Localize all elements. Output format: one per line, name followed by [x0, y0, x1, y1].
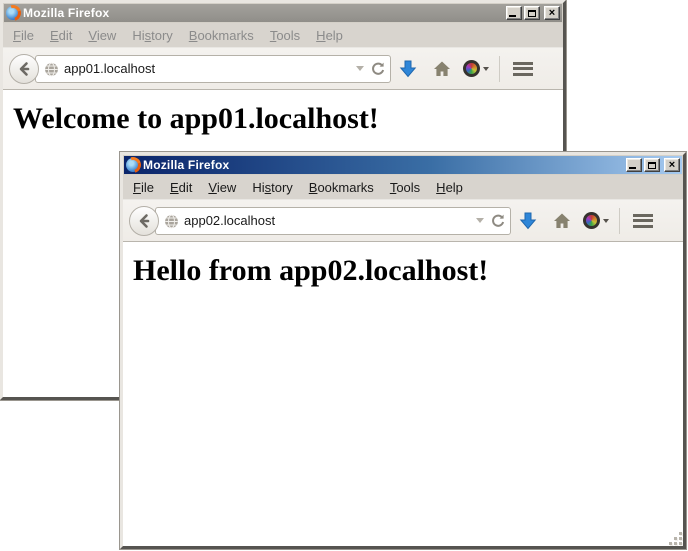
titlebar-app01[interactable]: Mozilla Firefox ×	[4, 4, 562, 22]
home-button[interactable]	[545, 205, 579, 237]
downloads-button[interactable]	[391, 53, 425, 85]
page-heading: Hello from app02.localhost!	[133, 254, 683, 288]
back-icon	[16, 61, 32, 77]
close-button[interactable]: ×	[544, 6, 560, 20]
menu-hamburger-icon	[633, 214, 653, 228]
reload-button[interactable]	[370, 61, 386, 77]
addon-button[interactable]	[459, 53, 493, 85]
url-input[interactable]	[184, 213, 470, 228]
addon-colorwheel-icon	[463, 60, 480, 77]
toolbar-separator	[499, 56, 500, 82]
home-icon	[552, 211, 572, 231]
addon-dropdown-icon	[483, 67, 489, 71]
reload-button[interactable]	[490, 213, 506, 229]
window-title: Mozilla Firefox	[143, 158, 623, 172]
minimize-button[interactable]	[506, 6, 522, 20]
close-button[interactable]: ×	[664, 158, 680, 172]
maximize-icon	[648, 162, 656, 169]
downloads-button[interactable]	[511, 205, 545, 237]
menu-hamburger-icon	[513, 62, 533, 76]
resize-grip[interactable]	[669, 532, 682, 545]
site-globe-icon	[164, 214, 179, 229]
minimize-icon	[509, 15, 516, 17]
maximize-icon	[528, 10, 536, 17]
minimize-icon	[629, 167, 636, 169]
maximize-button[interactable]	[644, 158, 660, 172]
menu-bookmarks[interactable]: Bookmarks	[302, 177, 381, 198]
menu-help[interactable]: Help	[309, 25, 350, 46]
page-heading: Welcome to app01.localhost!	[13, 102, 563, 136]
menu-tools[interactable]: Tools	[263, 25, 307, 46]
menu-view[interactable]: View	[201, 177, 243, 198]
addon-colorwheel-icon	[583, 212, 600, 229]
menu-help[interactable]: Help	[429, 177, 470, 198]
urlbar-app02[interactable]	[155, 207, 511, 235]
firefox-logo-icon	[126, 158, 140, 172]
close-icon: ×	[669, 159, 675, 171]
back-button[interactable]	[129, 206, 159, 236]
menu-history[interactable]: History	[245, 177, 299, 198]
menu-edit[interactable]: Edit	[163, 177, 199, 198]
addon-dropdown-icon	[603, 219, 609, 223]
menu-bookmarks[interactable]: Bookmarks	[182, 25, 261, 46]
download-icon	[398, 59, 418, 79]
nav-toolbar-app02	[123, 199, 683, 242]
page-content-app02: Hello from app02.localhost!	[123, 242, 683, 546]
menu-file[interactable]: File	[126, 177, 161, 198]
menubar-app02: FileEditViewHistoryBookmarksToolsHelp	[123, 175, 683, 199]
menu-file[interactable]: File	[6, 25, 41, 46]
firefox-logo-icon	[6, 6, 20, 20]
home-icon	[432, 59, 452, 79]
maximize-button[interactable]	[524, 6, 540, 20]
site-globe-icon	[44, 62, 59, 77]
menu-history[interactable]: History	[125, 25, 179, 46]
minimize-button[interactable]	[626, 158, 642, 172]
toolbar-separator	[619, 208, 620, 234]
nav-toolbar-app01	[3, 47, 563, 90]
back-button[interactable]	[9, 54, 39, 84]
urlbar-app01[interactable]	[35, 55, 391, 83]
download-icon	[518, 211, 538, 231]
menubar-app01: FileEditViewHistoryBookmarksToolsHelp	[3, 23, 563, 47]
home-button[interactable]	[425, 53, 459, 85]
back-icon	[136, 213, 152, 229]
menu-button[interactable]	[626, 205, 660, 237]
window-title: Mozilla Firefox	[23, 6, 503, 20]
url-input[interactable]	[64, 61, 350, 76]
titlebar-app02[interactable]: Mozilla Firefox ×	[124, 156, 682, 174]
firefox-window-app02: Mozilla Firefox × FileEditViewHistoryBoo…	[120, 152, 686, 549]
desktop: Mozilla Firefox × FileEditViewHistoryBoo…	[0, 0, 688, 551]
close-icon: ×	[549, 7, 555, 19]
addon-button[interactable]	[579, 205, 613, 237]
menu-view[interactable]: View	[81, 25, 123, 46]
urlbar-dropdown-icon[interactable]	[476, 218, 484, 223]
menu-tools[interactable]: Tools	[383, 177, 427, 198]
urlbar-dropdown-icon[interactable]	[356, 66, 364, 71]
menu-button[interactable]	[506, 53, 540, 85]
menu-edit[interactable]: Edit	[43, 25, 79, 46]
